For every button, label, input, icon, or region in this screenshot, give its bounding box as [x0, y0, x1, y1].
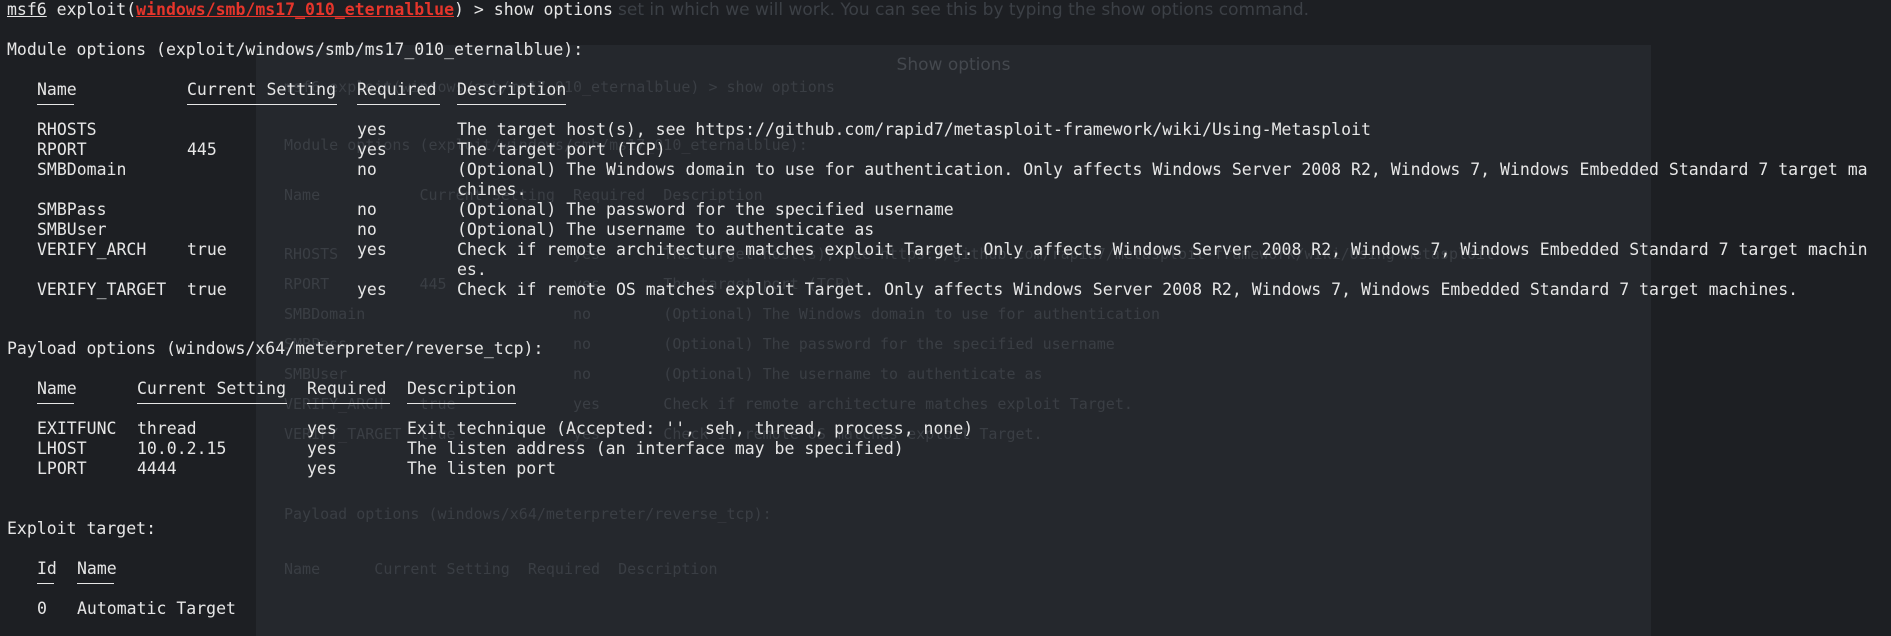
- table-cell-desc: (Optional) The username to authenticate …: [457, 220, 875, 239]
- table-cell-id: 0: [37, 599, 47, 618]
- column-header: Description: [407, 379, 517, 398]
- column-header-underline: [37, 104, 74, 105]
- exploit-target-heading: Exploit target:: [7, 519, 157, 538]
- table-cell-desc: The listen address (an interface may be …: [407, 439, 904, 458]
- column-header-underline: [77, 583, 114, 584]
- table-cell-name: RHOSTS: [37, 120, 97, 139]
- table-cell-name: RPORT: [37, 140, 87, 159]
- table-cell-name: SMBPass: [37, 200, 107, 219]
- column-header: Name: [77, 559, 117, 578]
- table-cell-required: no: [357, 200, 377, 219]
- command-prompt-line: msf6 exploit(windows/smb/ms17_010_eterna…: [7, 0, 613, 20]
- column-header-underline: [37, 403, 74, 404]
- table-cell-desc: The listen port: [407, 459, 557, 478]
- column-header: Required: [357, 80, 437, 99]
- column-header: Current Setting: [137, 379, 287, 398]
- table-cell-desc: es.: [457, 260, 487, 279]
- payload-options-heading: Payload options (windows/x64/meterpreter…: [7, 339, 544, 358]
- table-cell-setting: 445: [187, 140, 217, 159]
- column-header: Current Setting: [187, 80, 337, 99]
- table-cell-required: yes: [357, 120, 387, 139]
- column-header: Required: [307, 379, 387, 398]
- table-cell-required: yes: [307, 459, 337, 478]
- command-text: ) > show options: [454, 0, 613, 19]
- table-cell-desc: The target port (TCP): [457, 140, 666, 159]
- table-cell-desc: chines.: [457, 180, 527, 199]
- column-header: Name: [37, 379, 77, 398]
- table-cell-desc: The target host(s), see https://github.c…: [457, 120, 1371, 139]
- table-cell-required: yes: [307, 419, 337, 438]
- table-cell-name: EXITFUNC: [37, 419, 117, 438]
- column-header-underline: [357, 104, 440, 105]
- active-module-name: windows/smb/ms17_010_eternalblue: [136, 0, 455, 19]
- table-cell-desc: Exit technique (Accepted: '', seh, threa…: [407, 419, 974, 438]
- table-cell-name: LHOST: [37, 439, 87, 458]
- table-cell-name: VERIFY_TARGET: [37, 280, 167, 299]
- column-header-underline: [137, 403, 287, 404]
- table-cell-setting: thread: [137, 419, 197, 438]
- table-cell-setting: true: [187, 240, 227, 259]
- table-cell-required: no: [357, 220, 377, 239]
- table-cell-required: yes: [357, 240, 387, 259]
- column-header: Id: [37, 559, 57, 578]
- table-cell-name: SMBDomain: [37, 160, 127, 179]
- column-header-underline: [187, 104, 337, 105]
- table-cell-setting: 4444: [137, 459, 177, 478]
- table-cell-required: no: [357, 160, 377, 179]
- module-options-heading: Module options (exploit/windows/smb/ms17…: [7, 40, 584, 59]
- table-cell-name: LPORT: [37, 459, 87, 478]
- msf-prompt-prefix: msf6: [7, 0, 47, 19]
- table-cell-desc: Check if remote architecture matches exp…: [457, 240, 1868, 259]
- column-header: Name: [37, 80, 77, 99]
- table-cell-desc: Check if remote OS matches exploit Targe…: [457, 280, 1799, 299]
- table-cell-name: VERIFY_ARCH: [37, 240, 147, 259]
- terminal-output: msf6 exploit(windows/smb/ms17_010_eterna…: [0, 0, 1891, 636]
- table-cell-required: yes: [307, 439, 337, 458]
- table-cell-required: yes: [357, 280, 387, 299]
- column-header-underline: [307, 403, 390, 404]
- column-header-underline: [407, 403, 516, 404]
- table-cell-setting: 10.0.2.15: [137, 439, 227, 458]
- table-cell-name: Automatic Target: [77, 599, 236, 618]
- table-cell-desc: (Optional) The Windows domain to use for…: [457, 160, 1868, 179]
- table-cell-setting: true: [187, 280, 227, 299]
- table-cell-required: yes: [357, 140, 387, 159]
- exploit-label: exploit(: [46, 0, 137, 19]
- table-cell-desc: (Optional) The password for the specifie…: [457, 200, 954, 219]
- column-header-underline: [457, 104, 566, 105]
- column-header-underline: [37, 583, 54, 584]
- table-cell-name: SMBUser: [37, 220, 107, 239]
- column-header: Description: [457, 80, 567, 99]
